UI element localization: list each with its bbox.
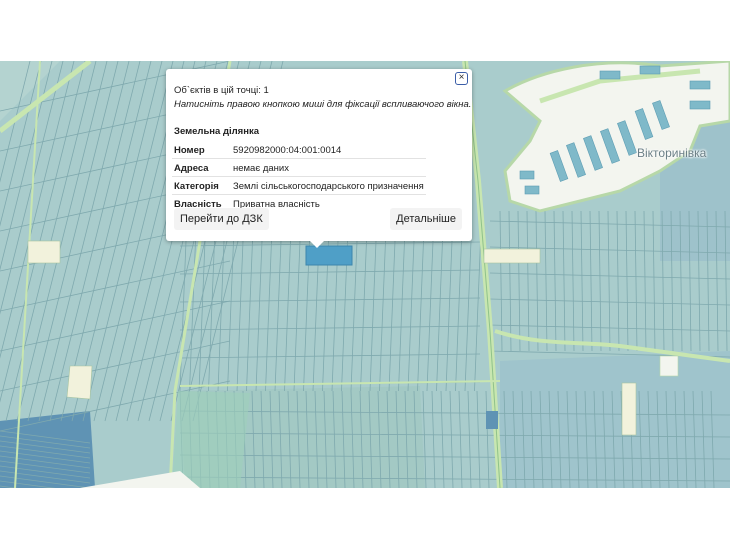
objects-count-text: Об`єктів в цій точці: 1	[174, 85, 269, 96]
popup-pointer	[309, 240, 325, 248]
details-button[interactable]: Детальніше	[390, 208, 462, 230]
close-popup-button[interactable]: ×	[455, 72, 468, 85]
info-value: Землі сільськогосподарського призначення	[231, 176, 426, 195]
info-key: Адреса	[172, 158, 231, 177]
pin-hint-text: Натисніть правою кнопкою миші для фіксац…	[174, 99, 472, 110]
info-key: Категорія	[172, 176, 231, 195]
goto-dzk-button[interactable]: Перейти до ДЗК	[174, 208, 269, 230]
place-label: Вікторинівка	[637, 146, 707, 160]
info-row-category: Категорія Землі сільськогосподарського п…	[172, 176, 426, 195]
info-key: Номер	[172, 141, 231, 159]
info-row-address: Адреса немає даних	[172, 158, 426, 177]
info-value: немає даних	[231, 158, 426, 177]
parcel-info-table: Номер 5920982000:04:001:0014 Адреса нема…	[172, 141, 426, 212]
info-row-number: Номер 5920982000:04:001:0014	[172, 141, 426, 159]
selected-parcel[interactable]	[305, 245, 353, 266]
info-value: 5920982000:04:001:0014	[231, 141, 426, 159]
feature-info-popup: × Об`єктів в цій точці: 1 Натисніть прав…	[166, 69, 472, 241]
section-title: Земельна ділянка	[174, 126, 259, 137]
